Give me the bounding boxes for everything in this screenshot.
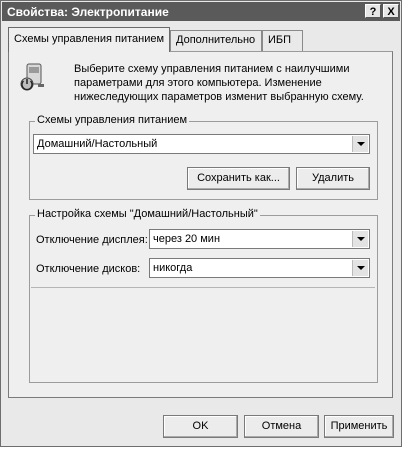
help-button[interactable]: ? [365,4,381,18]
disks-off-label: Отключение дисков: [36,263,141,275]
chevron-down-icon[interactable] [352,136,368,152]
info-line: параметрами для этого компьютера. Измене… [74,77,322,89]
info-text: Выберите схему управления питанием с наи… [74,62,379,104]
delete-button[interactable]: Удалить [296,167,370,190]
info-line: Выберите схему управления питанием с наи… [74,63,350,75]
save-as-button[interactable]: Сохранить как... [187,167,290,190]
disks-off-value: никогда [153,262,193,274]
chevron-down-icon[interactable] [352,260,368,276]
tab-power-schemes[interactable]: Схемы управления питанием [8,27,170,52]
power-scheme-value: Домашний/Настольный [37,138,158,150]
power-scheme-select[interactable]: Домашний/Настольный [33,134,370,154]
tab-advanced[interactable]: Дополнительно [170,30,262,51]
power-scheme-icon [18,60,48,92]
info-line: нижеследующих параметров изменит выбранн… [74,91,364,103]
close-button[interactable]: X [383,4,399,18]
divider [31,287,375,288]
display-off-value: через 20 мин [153,233,221,245]
chevron-down-icon[interactable] [352,231,368,247]
apply-button[interactable]: Применить [324,415,394,438]
title-bar[interactable]: Свойства: Электропитание ? X [2,2,400,21]
power-schemes-group-label: Схемы управления питанием [35,114,190,126]
window-title: Свойства: Электропитание [7,5,169,19]
display-off-label: Отключение дисплея: [36,234,148,246]
display-off-select[interactable]: через 20 мин [149,229,370,249]
tab-ups[interactable]: ИБП [262,30,303,51]
ok-button[interactable]: OK [163,415,238,438]
scheme-settings-group-label: Настройка схемы "Домашний/Настольный" [35,208,260,220]
disks-off-select[interactable]: никогда [149,258,370,278]
cancel-button[interactable]: Отмена [244,415,319,438]
